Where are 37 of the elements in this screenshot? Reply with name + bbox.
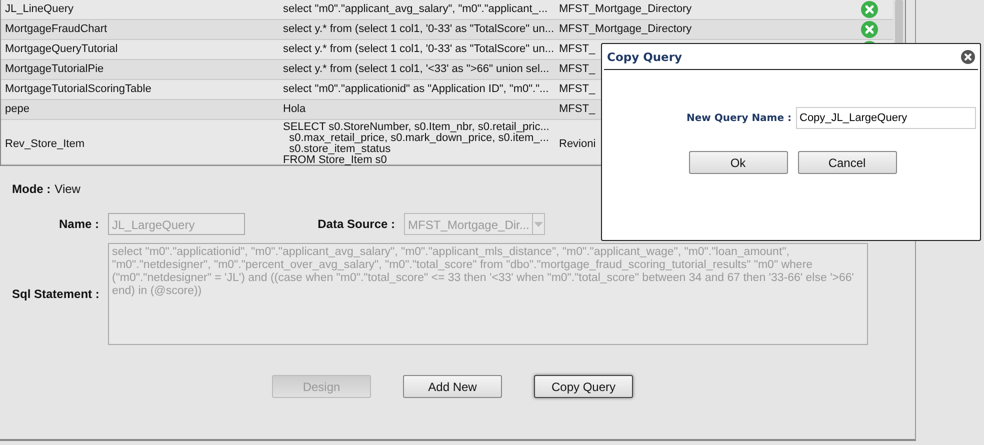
table-row[interactable]: MortgageFraudChart select y.* from (select 1 col1, '0-33' as "TotalScore" un... MFST_Mortgage_Directory [1,20,893,40]
table-cell-text: MortgageFraudChart [4,22,108,37]
table-cell-text: Rev_Store_Item [4,136,86,152]
delete-icon[interactable] [860,1,878,18]
new-query-name-field[interactable]: Copy_JL_LargeQuery [796,107,976,129]
dropdown-arrow-icon [534,222,544,226]
form-button[interactable]: Copy Query [534,375,633,398]
table-cell-text: select "m0"."applicationid" as "Application ID", "m0"."... [282,82,550,97]
table-cell-text: MFST_ [558,102,596,117]
mode-label: Mode : [12,182,51,196]
table-cell-text: select y.* from (select 1 col1, '0-33' as "TotalScore" un... [282,22,556,37]
table-cell-text: JL_LineQuery [4,2,74,17]
table-cell-text: MortgageTutorialPie [4,62,105,77]
table-cell-text: select y.* from (select 1 col1, '<33' as ">66" union sel... [282,62,550,77]
dialog-button[interactable]: Cancel [798,151,896,174]
name-label: Name : [58,217,100,231]
close-icon[interactable] [961,50,975,64]
table-cell-text: MortgageQueryTutorial [4,42,119,57]
table-cell-text: Hola [282,102,307,117]
data-source-label: Data Source : [316,217,396,231]
form-button[interactable]: Add New [403,375,502,398]
table-cell-text: MFST_Mortgage_Directory [558,22,693,37]
sql-statement-label: Sql Statement : [12,287,100,301]
table-cell-text: SELECT s0.StoreNumber, s0.Item_nbr, s0.retail_pric... s0.max_retail_price, s0.mark_down_price, s0.item_... s0.store_item_status FROM Store_Item s0 [282,120,550,168]
table-cell-text: pepe [4,102,30,117]
delete-icon[interactable] [860,21,878,38]
dialog-button[interactable]: Ok [688,151,788,174]
table-cell-text: MFST_ [558,62,596,77]
table-cell-text: select "m0"."applicant_avg_salary", "m0"."applicant_... [282,2,549,17]
table-cell-text: MFST_Mortgage_Directory [558,2,693,17]
table-cell-text: MortgageTutorialScoringTable [4,82,152,97]
table-row[interactable]: JL_LineQuery select "m0"."applicant_avg_salary", "m0"."applicant_... MFST_Mortgage_Directory [1,0,893,20]
mode-value: View [54,182,80,196]
table-cell-text: Revioni [558,136,597,152]
table-cell-text: select y.* from (select 1 col1, '0-33' as "TotalScore" un... [282,42,556,57]
table-cell-text: MFST_ [558,82,596,97]
table-cell-text: MFST_ [558,42,596,57]
